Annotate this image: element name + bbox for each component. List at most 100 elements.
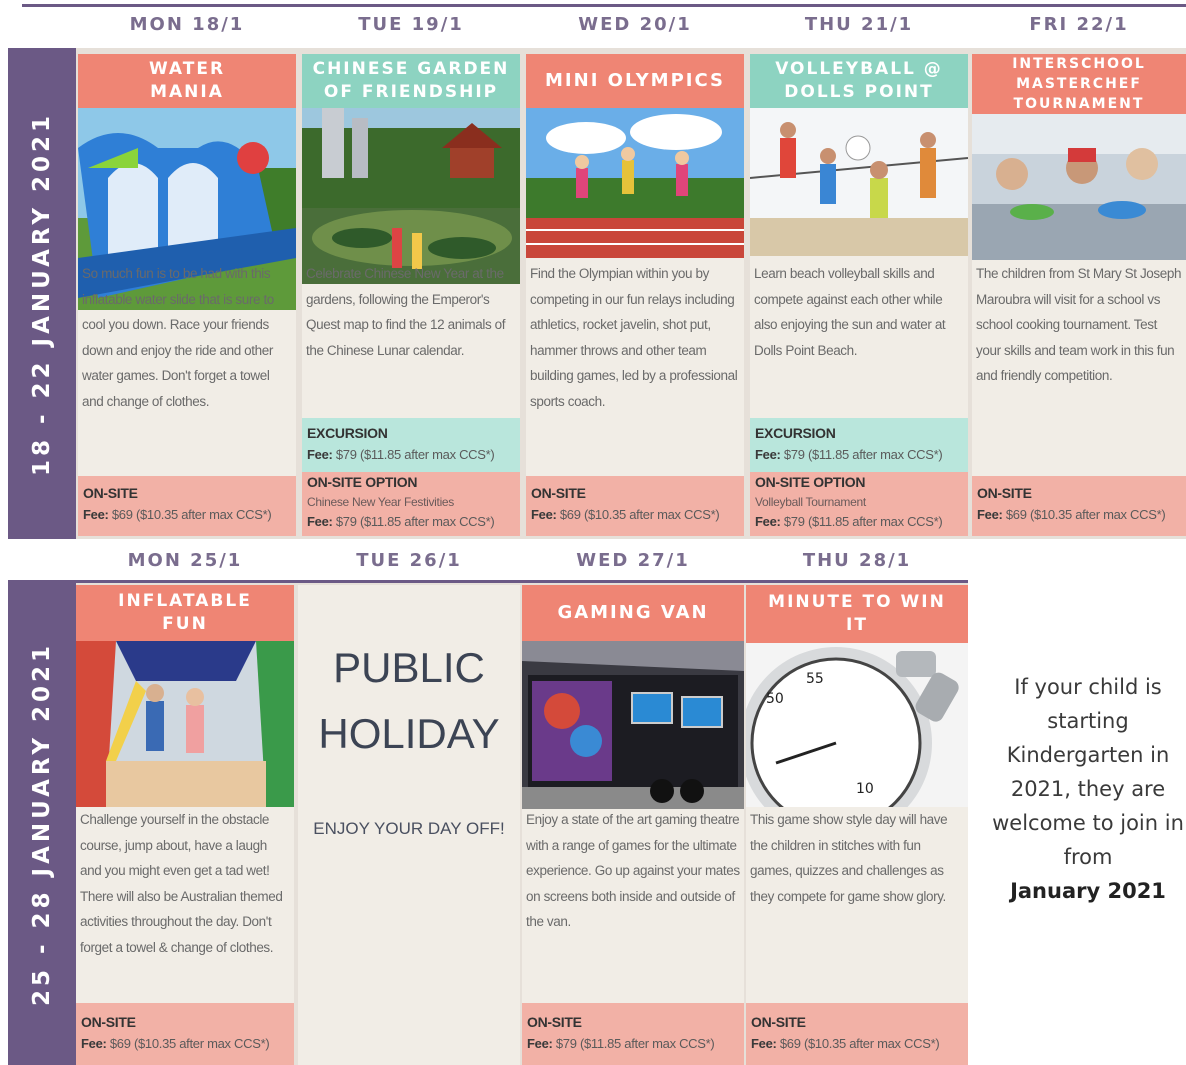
fee-line: Fee: $69 ($10.35 after max CCS*) — [83, 504, 291, 526]
holiday-line-1: PUBLIC — [333, 644, 485, 691]
day-header: TUE 26/1 — [356, 550, 462, 571]
holiday-subtitle: ENJOY YOUR DAY OFF! — [313, 819, 505, 838]
band-label: ON-SITE OPTION — [307, 474, 418, 490]
fee-value: $79 ($11.85 after max CCS*) — [335, 514, 495, 529]
day-header: FRI 22/1 — [1029, 14, 1129, 35]
volleyball-image — [750, 108, 968, 256]
band-sub-label: Volleyball Tournament — [755, 495, 866, 509]
activity-title: WATER MANIA — [78, 54, 296, 108]
onsite-option-fee-band: ON-SITE OPTION Volleyball Tournament Fee… — [750, 472, 968, 536]
day-header: MON 18/1 — [129, 14, 245, 35]
fee-label: Fee: — [755, 447, 781, 462]
fee-line: Fee: $69 ($10.35 after max CCS*) — [81, 1033, 289, 1055]
band-label: EXCURSION — [755, 425, 836, 441]
activity-description: Learn beach volleyball skills and compet… — [754, 266, 946, 358]
kindergarten-note-text: If your child is starting Kindergarten i… — [992, 675, 1184, 869]
onsite-fee-band: ON-SITE Fee: $79 ($11.85 after max CCS*) — [522, 1003, 744, 1065]
public-holiday-card: PUBLIC HOLIDAY ENJOY YOUR DAY OFF! — [298, 585, 520, 1065]
activity-title: MINI OLYMPICS — [526, 54, 744, 108]
onsite-fee-band: ON-SITE Fee: $69 ($10.35 after max CCS*) — [746, 1003, 968, 1065]
day-header: WED 20/1 — [578, 14, 692, 35]
fee-label: Fee: — [531, 507, 557, 522]
fee-value: $79 ($11.85 after max CCS*) — [335, 447, 495, 462]
week2-day-headers: MON 25/1 TUE 26/1 WED 27/1 THU 28/1 — [0, 544, 970, 578]
activity-title: MINUTE TO WIN IT — [746, 585, 968, 643]
running-kids-image — [526, 108, 744, 258]
fee-label: Fee: — [527, 1036, 553, 1051]
activity-card-gaming-van: GAMING VAN Enjoy a state of the art gami… — [522, 585, 744, 1065]
fee-value: $69 ($10.35 after max CCS*) — [111, 507, 272, 522]
onsite-option-fee-band: ON-SITE OPTION Chinese New Year Festivit… — [302, 472, 520, 536]
fee-value: $79 ($11.85 after max CCS*) — [783, 447, 943, 462]
activity-card-chinese-garden: CHINESE GARDEN OF FRIENDSHIP Celebrate C… — [302, 54, 520, 536]
band-label: ON-SITE — [751, 1014, 806, 1030]
fee-value: $69 ($10.35 after max CCS*) — [559, 507, 720, 522]
fee-value: $69 ($10.35 after max CCS*) — [779, 1036, 940, 1051]
activity-card-volleyball: VOLLEYBALL @ DOLLS POINT Learn beach vol… — [750, 54, 968, 536]
day-header: THU 28/1 — [802, 550, 912, 571]
fee-line: Fee: $79 ($11.85 after max CCS*) — [755, 512, 963, 532]
onsite-fee-band: ON-SITE Fee: $69 ($10.35 after max CCS*) — [526, 476, 744, 536]
activity-title: INFLATABLE FUN — [76, 585, 294, 641]
svg-text:10: 10 — [856, 781, 874, 797]
excursion-fee-band: EXCURSION Fee: $79 ($11.85 after max CCS… — [302, 418, 520, 472]
top-divider — [22, 4, 1186, 7]
stopwatch-image: 50 55 10 — [746, 643, 968, 807]
fee-line: Fee: $69 ($10.35 after max CCS*) — [751, 1033, 963, 1055]
activity-card-minute-to-win-it: MINUTE TO WIN IT 50 55 10 This game show… — [746, 585, 968, 1065]
public-holiday-block: PUBLIC HOLIDAY ENJOY YOUR DAY OFF! — [298, 635, 520, 839]
fee-label: Fee: — [307, 447, 333, 462]
band-label: ON-SITE — [83, 485, 138, 501]
band-label: EXCURSION — [307, 425, 388, 441]
activity-card-water-mania: WATER MANIA So much fun is to be had wit… — [78, 54, 296, 536]
kindergarten-note: If your child is starting Kindergarten i… — [990, 670, 1186, 908]
fee-value: $79 ($11.85 after max CCS*) — [783, 514, 943, 529]
activity-description: Enjoy a state of the art gaming theatre … — [526, 812, 740, 929]
week1-label: 18 - 22 JANUARY 2021 — [29, 111, 55, 476]
week2-label: 25 - 28 JANUARY 2021 — [29, 641, 55, 1007]
kindergarten-note-emphasis: January 2021 — [1010, 879, 1166, 903]
activity-card-mini-olympics: MINI OLYMPICS Find the Olympian within y… — [526, 54, 744, 536]
fee-label: Fee: — [977, 507, 1003, 522]
day-header: TUE 19/1 — [358, 14, 464, 35]
gaming-van-image — [522, 641, 744, 809]
activity-description: Challenge yourself in the obstacle cours… — [80, 812, 283, 955]
fee-value: $79 ($11.85 after max CCS*) — [555, 1036, 715, 1051]
fee-value: $69 ($10.35 after max CCS*) — [109, 1036, 270, 1051]
activity-description: This game show style day will have the c… — [750, 812, 948, 904]
cooking-kids-image — [972, 114, 1186, 260]
day-header: MON 25/1 — [127, 550, 243, 571]
chinese-garden-image — [302, 108, 520, 284]
holiday-line-2: HOLIDAY — [318, 710, 500, 757]
band-label: ON-SITE — [531, 485, 586, 501]
activity-card-masterchef: INTERSCHOOL MASTERCHEF TOURNAMENT The ch… — [972, 54, 1186, 536]
onsite-fee-band: ON-SITE Fee: $69 ($10.35 after max CCS*) — [972, 476, 1186, 536]
fee-line: Fee: $69 ($10.35 after max CCS*) — [977, 504, 1181, 526]
fee-line: Fee: $79 ($11.85 after max CCS*) — [307, 444, 515, 466]
fee-line: Fee: $79 ($11.85 after max CCS*) — [307, 512, 515, 532]
activity-title: CHINESE GARDEN OF FRIENDSHIP — [302, 54, 520, 108]
fee-line: Fee: $79 ($11.85 after max CCS*) — [527, 1033, 739, 1055]
activity-card-inflatable-fun: INFLATABLE FUN Challenge yourself in the… — [76, 585, 294, 1065]
band-sub-label: Chinese New Year Festivities — [307, 495, 455, 509]
fee-label: Fee: — [755, 514, 781, 529]
activity-description: Celebrate Chinese New Year at the garden… — [306, 266, 506, 358]
week1-label-band: 18 - 22 JANUARY 2021 — [8, 48, 76, 539]
fee-label: Fee: — [751, 1036, 777, 1051]
fee-value: $69 ($10.35 after max CCS*) — [1005, 507, 1166, 522]
band-label: ON-SITE OPTION — [755, 474, 866, 490]
activity-title: INTERSCHOOL MASTERCHEF TOURNAMENT — [972, 54, 1186, 114]
onsite-fee-band: ON-SITE Fee: $69 ($10.35 after max CCS*) — [76, 1003, 294, 1065]
band-label: ON-SITE — [527, 1014, 582, 1030]
band-label: ON-SITE — [977, 485, 1032, 501]
activity-title: GAMING VAN — [522, 585, 744, 641]
week2-label-band: 25 - 28 JANUARY 2021 — [8, 583, 76, 1065]
bouncy-castle-image — [76, 641, 294, 807]
fee-line: Fee: $79 ($11.85 after max CCS*) — [755, 444, 963, 466]
svg-text:55: 55 — [806, 671, 824, 687]
excursion-fee-band: EXCURSION Fee: $79 ($11.85 after max CCS… — [750, 418, 968, 472]
day-header: THU 21/1 — [804, 14, 914, 35]
week1-day-headers: MON 18/1 TUE 19/1 WED 20/1 THU 21/1 FRI … — [0, 8, 1186, 42]
fee-line: Fee: $69 ($10.35 after max CCS*) — [531, 504, 739, 526]
activity-description: So much fun is to be had with this infla… — [82, 266, 274, 409]
